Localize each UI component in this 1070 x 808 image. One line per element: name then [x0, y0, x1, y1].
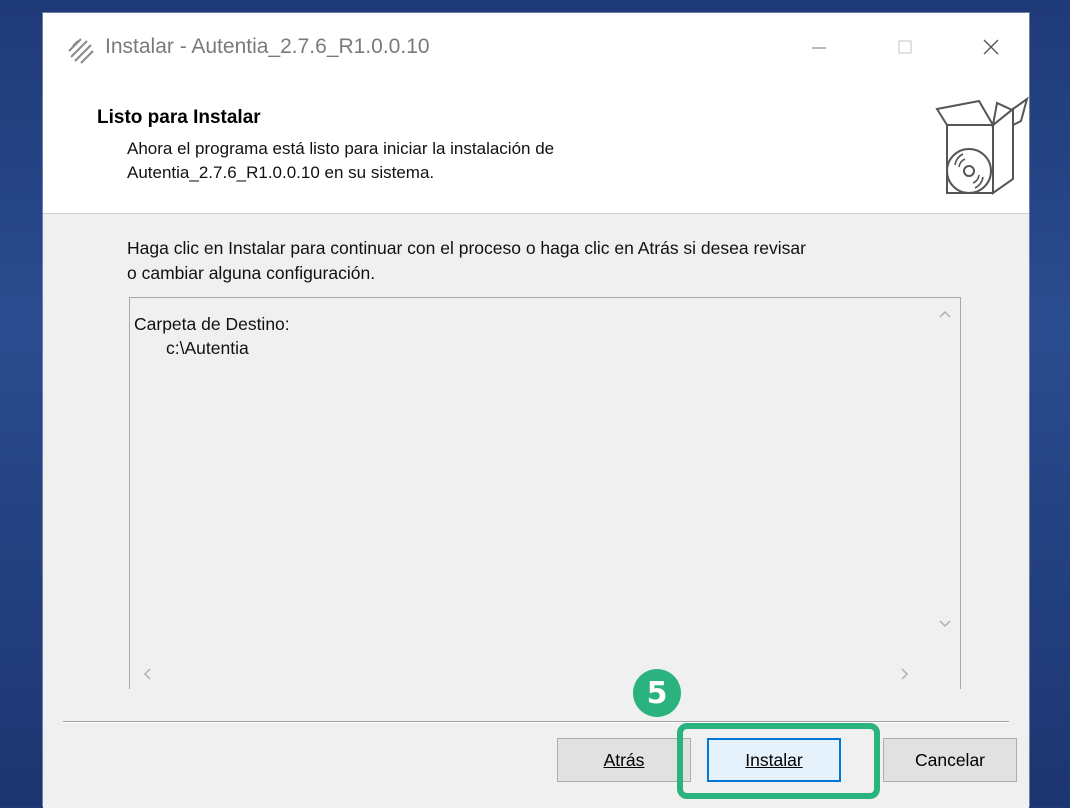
scroll-corner [930, 659, 960, 689]
instruction-text: Haga clic en Instalar para continuar con… [127, 236, 987, 286]
install-highlight-annotation [677, 723, 880, 799]
minimize-button[interactable] [791, 27, 847, 71]
instruction-line: o cambiar alguna configuración. [127, 263, 376, 283]
page-description-line: Autentia_2.7.6_R1.0.0.10 en su sistema. [127, 163, 435, 182]
cancel-button-label: Cancelar [914, 749, 986, 770]
vertical-scrollbar[interactable] [930, 298, 960, 650]
close-button[interactable] [963, 27, 1019, 71]
scroll-up-icon[interactable] [938, 306, 952, 324]
package-disc-icon [935, 95, 1029, 199]
scroll-right-icon[interactable] [900, 667, 910, 686]
maximize-icon [897, 39, 913, 60]
back-button-label: Atrás [603, 749, 645, 770]
summary-value: c:\Autentia [166, 338, 249, 358]
summary-label: Carpeta de Destino: [134, 314, 290, 334]
page-description: Ahora el programa está listo para inicia… [127, 137, 767, 185]
cancel-button[interactable]: Cancelar [883, 738, 1017, 782]
close-icon [982, 38, 1000, 61]
scroll-down-icon[interactable] [938, 616, 952, 634]
wizard-footer: Atrás Instalar Cancelar [43, 689, 1029, 808]
summary-text: Carpeta de Destino: c:\Autentia [134, 312, 290, 360]
installer-window: Instalar - Autentia_2.7.6_R1.0.0.10 List… [42, 12, 1030, 808]
window-title: Instalar - Autentia_2.7.6_R1.0.0.10 [105, 35, 430, 58]
maximize-button[interactable] [877, 27, 933, 71]
summary-memo[interactable]: Carpeta de Destino: c:\Autentia [129, 297, 961, 690]
instruction-line: Haga clic en Instalar para continuar con… [127, 238, 806, 258]
scroll-left-icon[interactable] [142, 667, 152, 686]
step-number-badge: 5 [633, 669, 681, 717]
back-button[interactable]: Atrás [557, 738, 691, 782]
horizontal-scrollbar[interactable] [130, 659, 930, 689]
page-title: Listo para Instalar [97, 107, 261, 128]
wizard-header: Listo para Instalar Ahora el programa es… [43, 85, 1029, 214]
title-bar: Instalar - Autentia_2.7.6_R1.0.0.10 [43, 13, 1029, 85]
minimize-icon [811, 39, 827, 60]
installer-logo-icon [67, 37, 95, 65]
page-description-line: Ahora el programa está listo para inicia… [127, 139, 555, 158]
